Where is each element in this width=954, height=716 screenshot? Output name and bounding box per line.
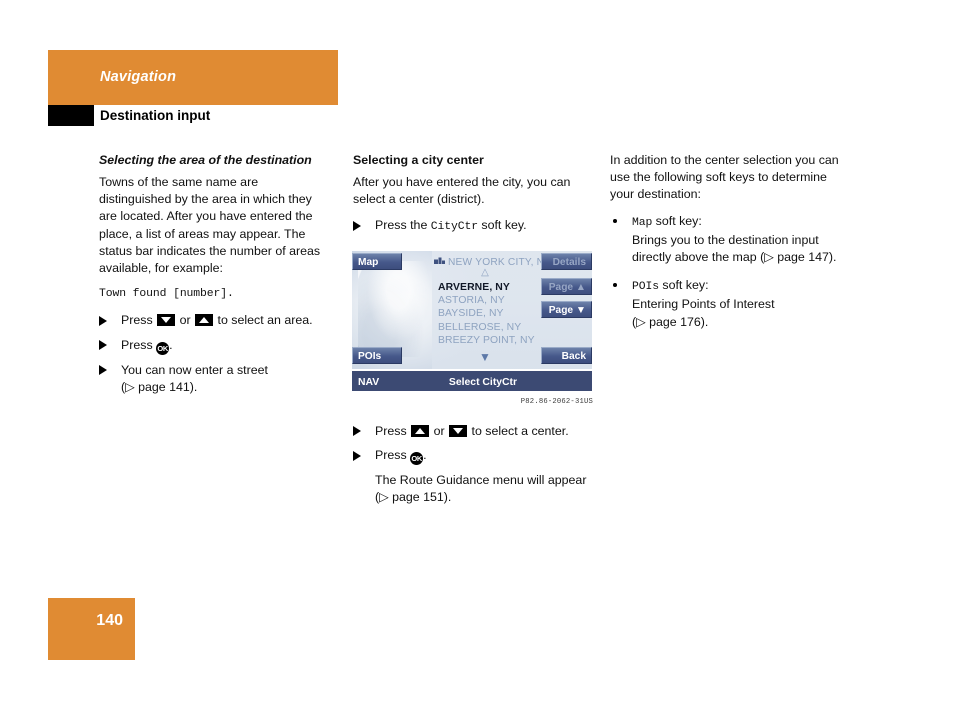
step-text: You can now enter a street [121,362,268,377]
softkey-page-down[interactable]: Page ▼ [541,300,592,318]
bullet-pois-softkey: POIs soft key: Entering Points of Intere… [610,277,853,331]
bullet-line-2[interactable]: directly above the map (▷ page 147). [632,250,836,264]
left-paragraph: Towns of the same name are distinguished… [99,175,321,276]
softkey-pois[interactable]: POIs [352,346,402,364]
section-marker-block [48,105,94,126]
step-enter-street: You can now enter a street (▷ page 141). [99,362,332,396]
citycentre-softkey-name: CityCtr [430,221,478,234]
left-column: Selecting the area of the destination To… [99,152,332,403]
softkey-back[interactable]: Back [541,346,592,364]
ok-key-icon: OK [410,452,424,466]
scroll-up-indicator-icon: △ [481,266,489,278]
softkey-suffix: soft key: [652,213,702,228]
step-text-mid: or [179,313,191,328]
step-text-pre: Press [375,423,407,438]
middle-heading: Selecting a city center [353,153,484,167]
softkey-map[interactable]: Map [352,252,402,270]
bullet-dot-icon [613,283,617,288]
middle-column: Selecting a city center After you have e… [352,152,593,513]
ok-key-icon: OK [156,341,170,355]
step-press-citycentre: Press the CityCtr soft key. [353,217,593,236]
page-number: 140 [96,612,123,629]
softkey-suffix: soft key: [658,278,709,293]
bullet-line-1: Brings you to the destination input [632,232,819,247]
down-arrow-key-icon [449,424,468,437]
figure-caption: P82.86-2062-31US [520,397,593,406]
up-arrow-key-icon [195,314,214,327]
down-arrow-key-icon [157,314,176,327]
left-heading: Selecting the area of the destination [99,153,312,167]
step-text-post: to select an area. [217,313,313,328]
step-triangle-icon [353,220,361,231]
step-text-pre: Press the [375,218,428,233]
status-bar-example: Town found [number]. [99,288,234,301]
section-title: Destination input [100,108,211,123]
step-triangle-icon [99,340,107,351]
softkey-name-map: Map [632,216,653,229]
step-press-ok: Press OK. [99,337,332,355]
step-text-mid: or [433,423,445,438]
bullet-dot-icon [613,218,617,223]
step-text-post: soft key. [481,218,527,233]
softkey-name-pois: POIs [632,281,659,294]
list-item[interactable]: BELLEROSE, NY [438,321,588,334]
step-triangle-icon [353,426,361,437]
nav-device-screenshot: NEW YORK CITY, NY △ ARVERNE, NY ASTORIA,… [352,250,592,391]
middle-paragraph: After you have entered the city, you can… [353,175,571,207]
city-buildings-icon [434,257,445,264]
bullet-map-softkey: Map soft key: Brings you to the destinat… [610,213,853,267]
status-screen-title: Select CityCtr [448,376,518,388]
softkey-details[interactable]: Details [541,252,592,270]
bullet-line-1: Entering Points of Interest [632,297,775,312]
right-paragraph: In addition to the center selection you … [610,153,839,202]
page-reference-151[interactable]: (▷ page 151). [375,490,451,504]
step-text-pre: Press [121,313,153,328]
step-select-center: Press or to select a center. [353,423,593,440]
step-period: . [423,448,427,463]
chapter-title: Navigation [100,69,177,85]
step-select-area: Press or to select an area. [99,312,332,329]
softkey-page-up[interactable]: Page ▲ [541,277,592,295]
result-text: The Route Guidance menu will appear [375,473,587,488]
step-press-ok: Press OK. [353,447,593,466]
bullet-line-2[interactable]: (▷ page 176). [632,315,708,329]
scroll-down-indicator-icon: ▼ [479,349,491,364]
step-text-post: to select a center. [471,423,569,438]
step-text-pre: Press [121,337,153,352]
step-period: . [169,337,173,352]
step-text-pre: Press [375,448,407,463]
up-arrow-key-icon [411,424,430,437]
right-column: In addition to the center selection you … [610,152,853,342]
page-reference-141[interactable]: (▷ page 141). [121,380,197,394]
step-triangle-icon [99,365,107,376]
step-result-route-guidance: The Route Guidance menu will appear (▷ p… [353,472,593,506]
step-triangle-icon [353,450,361,461]
step-triangle-icon [99,315,107,326]
device-status-bar: NAV Select CityCtr [352,368,592,391]
